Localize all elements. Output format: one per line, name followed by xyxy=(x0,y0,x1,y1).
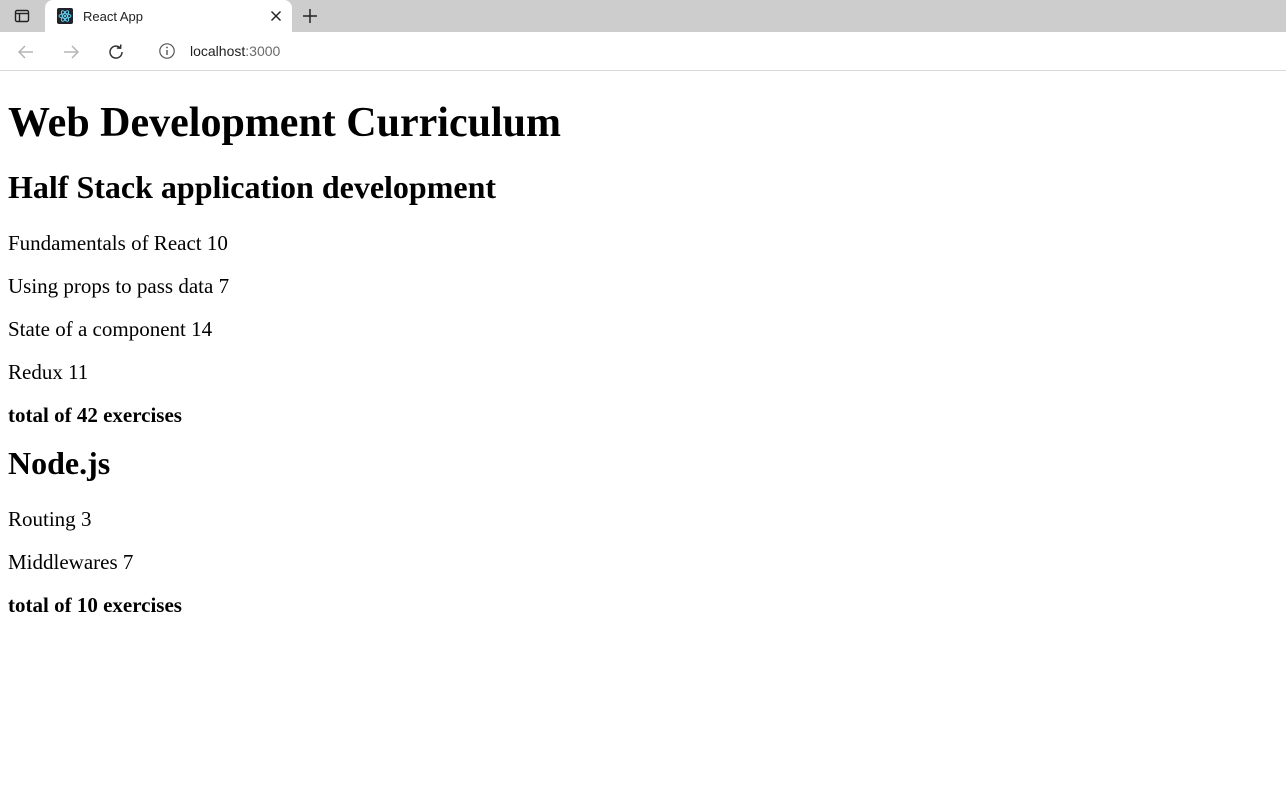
tab-strip: React App xyxy=(0,0,1286,32)
url-host: localhost xyxy=(190,43,246,59)
url-port: :3000 xyxy=(245,43,281,59)
reload-icon xyxy=(109,44,123,59)
browser-tab[interactable]: React App xyxy=(45,0,292,32)
arrow-right-icon xyxy=(64,45,80,59)
reload-button[interactable] xyxy=(104,40,128,64)
course-total: total of 42 exercises xyxy=(8,403,182,427)
course-part: Middlewares 7 xyxy=(8,550,134,574)
page-title: Web Development Curriculum xyxy=(8,100,561,146)
course-part: State of a component 14 xyxy=(8,317,213,341)
tab-actions-icon xyxy=(14,9,30,23)
course-total: total of 10 exercises xyxy=(8,593,182,617)
react-logo-icon xyxy=(57,8,73,24)
close-tab-button[interactable] xyxy=(268,8,284,24)
tab-actions-button[interactable] xyxy=(0,0,44,32)
course-part: Using props to pass data 7 xyxy=(8,274,230,298)
arrow-left-icon xyxy=(17,45,33,59)
plus-icon xyxy=(303,9,317,23)
address-bar[interactable]: localhost:3000 xyxy=(146,35,1286,67)
page-content: Web Development Curriculum Half Stack ap… xyxy=(0,99,1286,617)
course-half-stack: Half Stack application development Funda… xyxy=(8,169,1278,427)
course-nodejs: Node.js Routing 3 Middlewares 7 total of… xyxy=(8,445,1278,617)
navigation-bar: localhost:3000 xyxy=(0,32,1286,71)
course-part: Routing 3 xyxy=(8,507,92,531)
course-title: Node.js xyxy=(8,445,111,481)
course-part: Fundamentals of React 10 xyxy=(8,231,228,255)
close-icon xyxy=(271,11,281,21)
tab-title: React App xyxy=(83,8,143,24)
new-tab-button[interactable] xyxy=(298,4,322,28)
forward-button[interactable] xyxy=(59,40,83,64)
course-part: Redux 11 xyxy=(8,360,89,384)
back-button[interactable] xyxy=(14,40,38,64)
course-title: Half Stack application development xyxy=(8,169,497,205)
site-info-icon[interactable] xyxy=(158,42,176,60)
